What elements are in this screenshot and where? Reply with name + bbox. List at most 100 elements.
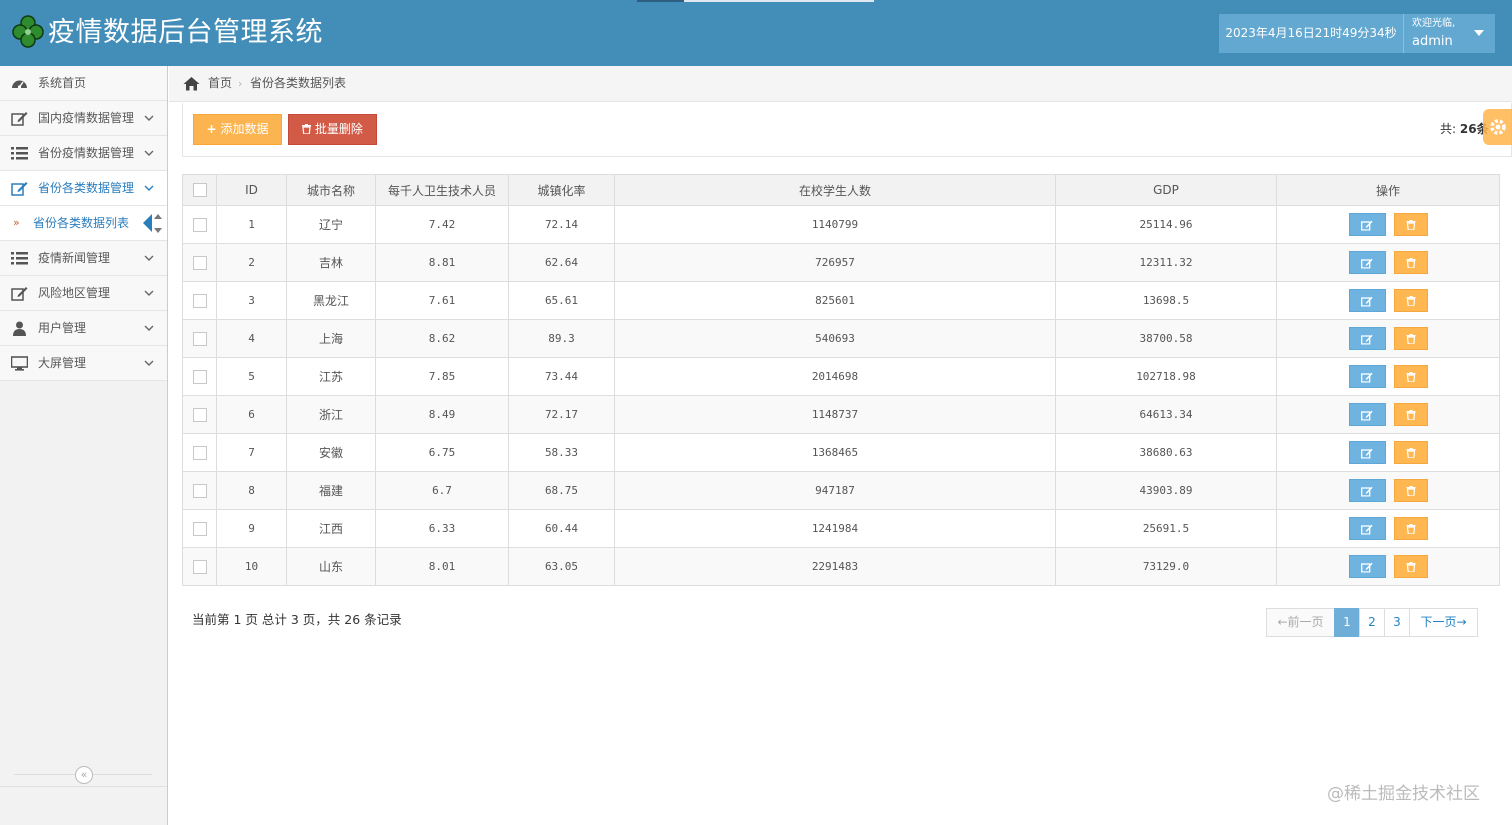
- delete-row-button[interactable]: [1393, 365, 1428, 388]
- column-header-health-workers[interactable]: 每千人卫生技术人员: [375, 174, 509, 206]
- delete-row-button[interactable]: [1393, 327, 1428, 350]
- select-all-checkbox[interactable]: [192, 183, 207, 198]
- cell-city: 山东: [286, 547, 376, 586]
- cell-urbanization: 62.64: [508, 243, 615, 282]
- sidebar-footer-divider: [0, 786, 167, 787]
- record-total: 共: 26条: [1440, 120, 1489, 137]
- add-data-button[interactable]: + 添加数据: [193, 114, 282, 145]
- scroll-down-icon[interactable]: [154, 228, 162, 233]
- row-select-cell: [182, 281, 217, 320]
- cell-gdp: 25691.5: [1055, 509, 1277, 548]
- cell-health-workers: 7.85: [375, 357, 509, 396]
- sidebar-collapse-button[interactable]: «: [75, 766, 93, 784]
- sidebar-item-home[interactable]: 系统首页: [0, 66, 167, 101]
- cell-gdp: 73129.0: [1055, 547, 1277, 586]
- cell-health-workers: 6.33: [375, 509, 509, 548]
- edit-row-button[interactable]: [1348, 365, 1386, 388]
- breadcrumb-home-link[interactable]: 首页: [208, 66, 232, 101]
- cell-id: 10: [216, 547, 287, 586]
- row-checkbox[interactable]: [192, 483, 207, 498]
- column-header-city[interactable]: 城市名称: [286, 174, 376, 206]
- column-header-id[interactable]: ID: [216, 174, 287, 206]
- sidebar-subitem-province-list[interactable]: » 省份各类数据列表: [0, 206, 167, 241]
- row-checkbox[interactable]: [192, 559, 207, 574]
- column-header-gdp[interactable]: GDP: [1055, 174, 1277, 206]
- row-actions-cell: [1276, 395, 1500, 434]
- sidebar-item-province-categories[interactable]: 省份各类数据管理: [0, 171, 167, 206]
- edit-row-button[interactable]: [1348, 403, 1386, 426]
- sidebar-item-label: 大屏管理: [38, 356, 87, 370]
- home-icon: [183, 77, 200, 91]
- table-row: 6 浙江 8.49 72.17 1148737 64613.34: [182, 395, 1500, 434]
- delete-row-button[interactable]: [1393, 555, 1428, 578]
- row-checkbox[interactable]: [192, 331, 207, 346]
- chevron-down-icon: [144, 115, 154, 121]
- edit-row-button[interactable]: [1348, 441, 1386, 464]
- cell-gdp: 43903.89: [1055, 471, 1277, 510]
- delete-row-button[interactable]: [1393, 517, 1428, 540]
- edit-icon: [1361, 486, 1373, 496]
- cell-gdp: 25114.96: [1055, 205, 1277, 244]
- edit-row-button[interactable]: [1348, 555, 1386, 578]
- pagination-info: 当前第 1 页 总计 3 页，共 26 条记录: [192, 612, 402, 627]
- edit-row-button[interactable]: [1348, 251, 1386, 274]
- user-menu[interactable]: 欢迎光临, admin: [1403, 14, 1495, 53]
- edit-icon: [1361, 334, 1373, 344]
- delete-row-button[interactable]: [1393, 289, 1428, 312]
- next-page-button[interactable]: 下一页→: [1409, 608, 1478, 637]
- trash-icon: [1406, 485, 1415, 496]
- row-checkbox[interactable]: [192, 521, 207, 536]
- row-checkbox[interactable]: [192, 445, 207, 460]
- row-checkbox[interactable]: [192, 369, 207, 384]
- batch-delete-button[interactable]: 批量删除: [288, 114, 377, 145]
- cell-gdp: 64613.34: [1055, 395, 1277, 434]
- row-select-cell: [182, 547, 217, 586]
- page-3-button[interactable]: 3: [1384, 608, 1410, 637]
- delete-row-button[interactable]: [1393, 441, 1428, 464]
- edit-row-button[interactable]: [1348, 479, 1386, 502]
- table-header-row: ID 城市名称 每千人卫生技术人员 城镇化率 在校学生人数 GDP 操作: [182, 174, 1500, 206]
- sidebar-item-domestic-data[interactable]: 国内疫情数据管理: [0, 101, 167, 136]
- prev-page-button[interactable]: ←前一页: [1266, 608, 1335, 637]
- edit-row-button[interactable]: [1348, 213, 1386, 236]
- sidebar-item-big-screen[interactable]: 大屏管理: [0, 346, 167, 381]
- row-checkbox[interactable]: [192, 217, 207, 232]
- sidebar-item-news[interactable]: 疫情新闻管理: [0, 241, 167, 276]
- page-2-button[interactable]: 2: [1359, 608, 1385, 637]
- delete-row-button[interactable]: [1393, 213, 1428, 236]
- trash-icon: [1406, 333, 1415, 344]
- sidebar-item-users[interactable]: 用户管理: [0, 311, 167, 346]
- delete-row-button[interactable]: [1393, 403, 1428, 426]
- edit-icon: [11, 112, 28, 126]
- row-select-cell: [182, 433, 217, 472]
- page-1-button[interactable]: 1: [1334, 608, 1360, 637]
- row-checkbox[interactable]: [192, 255, 207, 270]
- column-header-urbanization[interactable]: 城镇化率: [508, 174, 615, 206]
- sidebar-item-label: 省份疫情数据管理: [38, 146, 135, 160]
- add-data-label: 添加数据: [220, 122, 269, 136]
- edit-icon: [1361, 372, 1373, 382]
- edit-row-button[interactable]: [1348, 289, 1386, 312]
- row-checkbox[interactable]: [192, 293, 207, 308]
- table-row: 9 江西 6.33 60.44 1241984 25691.5: [182, 509, 1500, 548]
- edit-row-button[interactable]: [1348, 327, 1386, 350]
- chevron-down-icon: [144, 185, 154, 191]
- cell-health-workers: 8.81: [375, 243, 509, 282]
- table-row: 5 江苏 7.85 73.44 2014698 102718.98: [182, 357, 1500, 396]
- delete-row-button[interactable]: [1393, 251, 1428, 274]
- cell-urbanization: 65.61: [508, 281, 615, 320]
- select-all-cell: [182, 174, 217, 206]
- sidebar-item-label: 系统首页: [38, 76, 87, 90]
- row-select-cell: [182, 243, 217, 282]
- edit-row-button[interactable]: [1348, 517, 1386, 540]
- scroll-up-icon[interactable]: [154, 214, 162, 219]
- sidebar-item-risk-areas[interactable]: 风险地区管理: [0, 276, 167, 311]
- row-actions-cell: [1276, 433, 1500, 472]
- sidebar-item-province-data[interactable]: 省份疫情数据管理: [0, 136, 167, 171]
- cell-students: 726957: [614, 243, 1056, 282]
- delete-row-button[interactable]: [1393, 479, 1428, 502]
- settings-toggle[interactable]: [1483, 109, 1512, 145]
- row-checkbox[interactable]: [192, 407, 207, 422]
- column-header-students[interactable]: 在校学生人数: [614, 174, 1056, 206]
- edit-icon: [1361, 524, 1373, 534]
